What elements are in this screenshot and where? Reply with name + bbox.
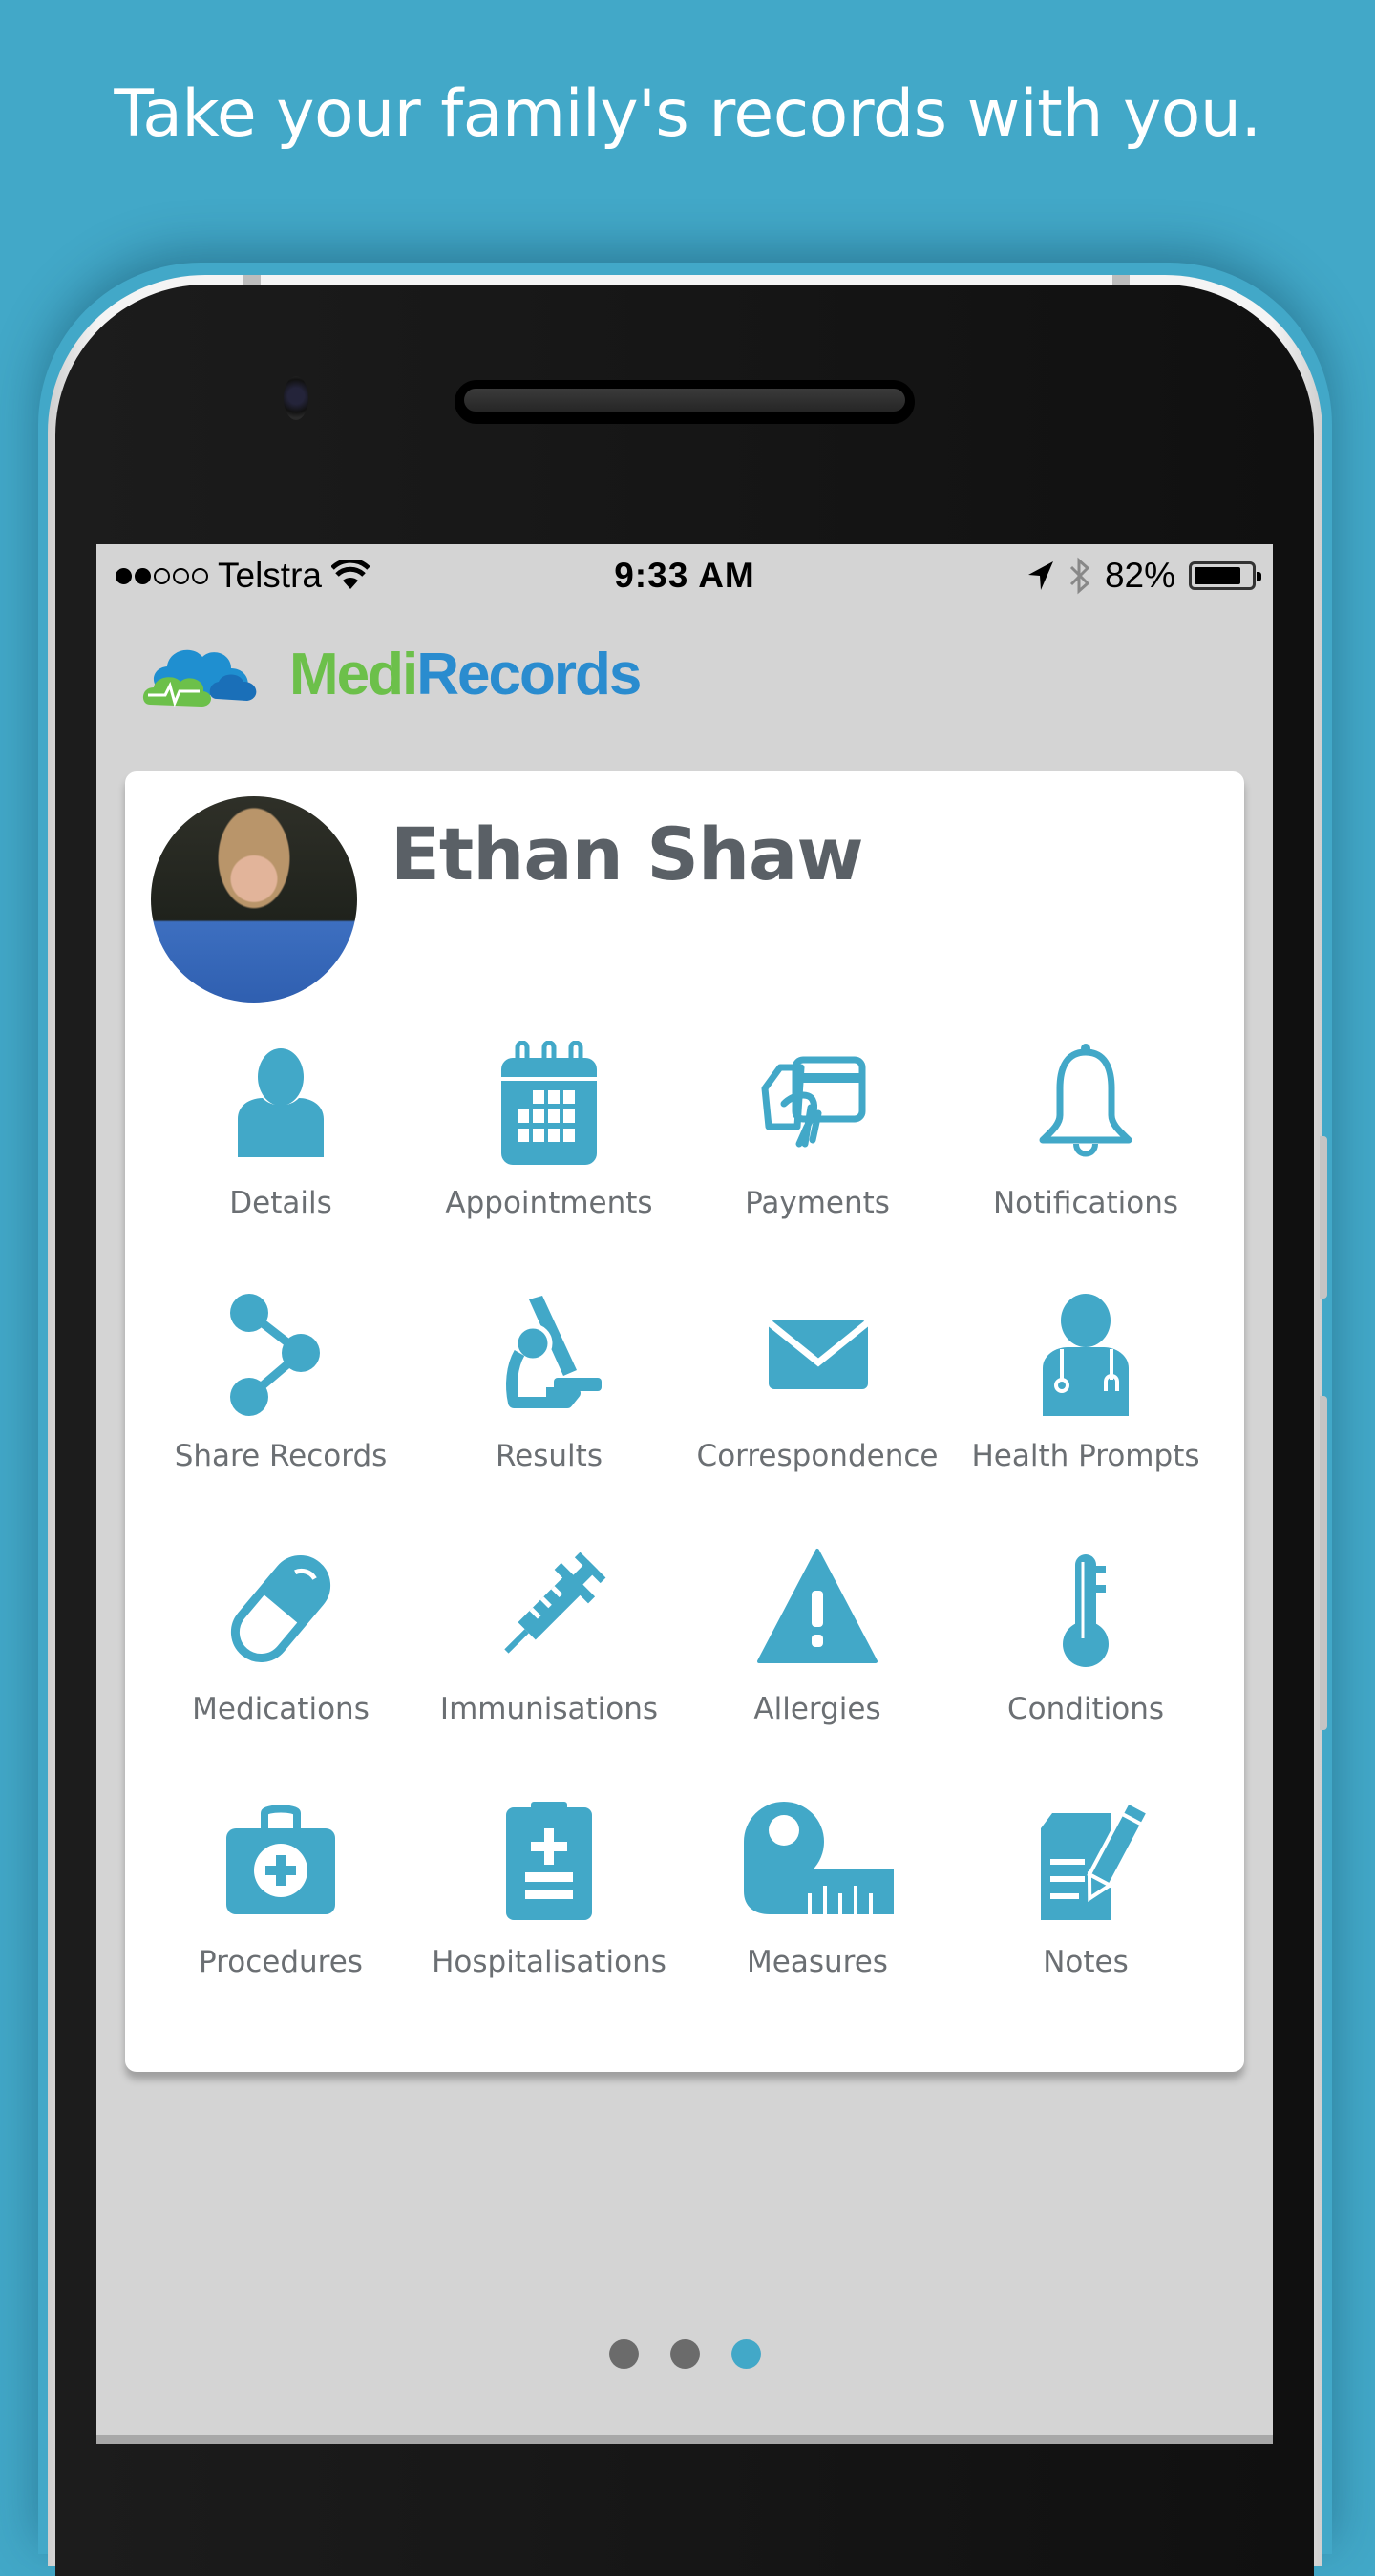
menu-item-notes[interactable]: Notes	[952, 1800, 1219, 1979]
profile-name: Ethan Shaw	[391, 812, 864, 897]
clipboard-plus-icon	[506, 1802, 592, 1920]
menu-label: Allergies	[753, 1692, 881, 1726]
menu-item-procedures[interactable]: Procedures	[147, 1800, 414, 1979]
menu-item-immunisations[interactable]: Immunisations	[415, 1547, 683, 1726]
envelope-icon	[766, 1320, 871, 1389]
menu-label: Measures	[747, 1945, 888, 1979]
menu-item-results[interactable]: Results	[415, 1294, 683, 1473]
menu-label: Medications	[192, 1692, 370, 1726]
bottom-bar	[96, 2435, 1273, 2444]
menu-item-details[interactable]: Details	[147, 1041, 414, 1220]
menu-item-share-records[interactable]: Share Records	[147, 1294, 414, 1473]
logo-text-medi: Medi	[289, 641, 418, 707]
syringe-icon	[504, 1552, 606, 1654]
menu-label: Immunisations	[439, 1692, 659, 1726]
menu-item-hospitalisations[interactable]: Hospitalisations	[415, 1800, 683, 1979]
medical-kit-icon	[226, 1805, 335, 1914]
menu-label: Correspondence	[696, 1439, 939, 1473]
microscope-icon	[506, 1296, 602, 1408]
power-button	[1320, 1396, 1327, 1730]
earpiece-speaker	[455, 380, 915, 424]
menu-label: Notes	[1043, 1945, 1129, 1979]
menu-item-health-prompts[interactable]: Health Prompts	[952, 1294, 1219, 1473]
menu-item-correspondence[interactable]: Correspondence	[684, 1294, 951, 1473]
logo-text-records: Records	[416, 641, 642, 707]
page-dot[interactable]	[730, 2339, 761, 2369]
menu-label: Results	[496, 1439, 603, 1473]
battery-icon	[1189, 561, 1261, 590]
notes-pencil-icon	[1041, 1800, 1148, 1920]
warning-icon	[757, 1549, 878, 1663]
app-logo: MediRecords	[140, 640, 642, 708]
avatar[interactable]	[151, 796, 357, 1003]
menu-item-medications[interactable]: Medications	[147, 1547, 414, 1726]
pill-icon	[230, 1554, 331, 1663]
menu-label: Procedures	[199, 1945, 363, 1979]
menu-item-payments[interactable]: Payments	[684, 1041, 951, 1220]
page-indicator	[96, 2339, 1273, 2369]
menu-label: Details	[229, 1186, 332, 1220]
menu-label: Payments	[745, 1186, 890, 1220]
credit-card-hand-icon	[761, 1056, 866, 1148]
menu-label: Share Records	[174, 1439, 388, 1473]
calendar-icon	[501, 1041, 597, 1165]
profile-card: Ethan Shaw Details Appointments Payments…	[125, 771, 1244, 2072]
tape-measure-icon	[744, 1802, 894, 1914]
page-dot[interactable]	[608, 2339, 639, 2369]
menu-item-appointments[interactable]: Appointments	[415, 1041, 683, 1220]
menu-item-conditions[interactable]: Conditions	[952, 1547, 1219, 1726]
share-icon	[230, 1294, 320, 1416]
menu-label: Appointments	[445, 1186, 653, 1220]
doctor-icon	[1043, 1294, 1129, 1416]
status-bar: Telstra 9:33 AM 82%	[96, 544, 1273, 607]
front-camera	[284, 376, 308, 420]
menu-label: Hospitalisations	[432, 1945, 666, 1979]
menu-label: Conditions	[1006, 1692, 1165, 1726]
menu-item-allergies[interactable]: Allergies	[684, 1547, 951, 1726]
headline: Take your family's records with you.	[114, 76, 1261, 152]
app-screen: Telstra 9:33 AM 82% MediRecords Ethan Sh…	[96, 544, 1273, 2444]
location-arrow-icon	[1027, 561, 1053, 590]
menu-label: Health Prompts	[971, 1439, 1200, 1473]
thermometer-icon	[1063, 1554, 1109, 1667]
menu-label: Notifications	[992, 1186, 1179, 1220]
cloud-heartbeat-icon	[142, 649, 257, 707]
volume-button	[1320, 1136, 1327, 1299]
battery-percent: 82%	[1104, 556, 1175, 595]
user-icon	[238, 1048, 324, 1157]
bluetooth-icon	[1069, 557, 1090, 595]
menu-item-measures[interactable]: Measures	[684, 1800, 951, 1979]
bell-icon	[1039, 1044, 1132, 1157]
menu-item-notifications[interactable]: Notifications	[952, 1041, 1219, 1220]
page-dot[interactable]	[669, 2339, 700, 2369]
